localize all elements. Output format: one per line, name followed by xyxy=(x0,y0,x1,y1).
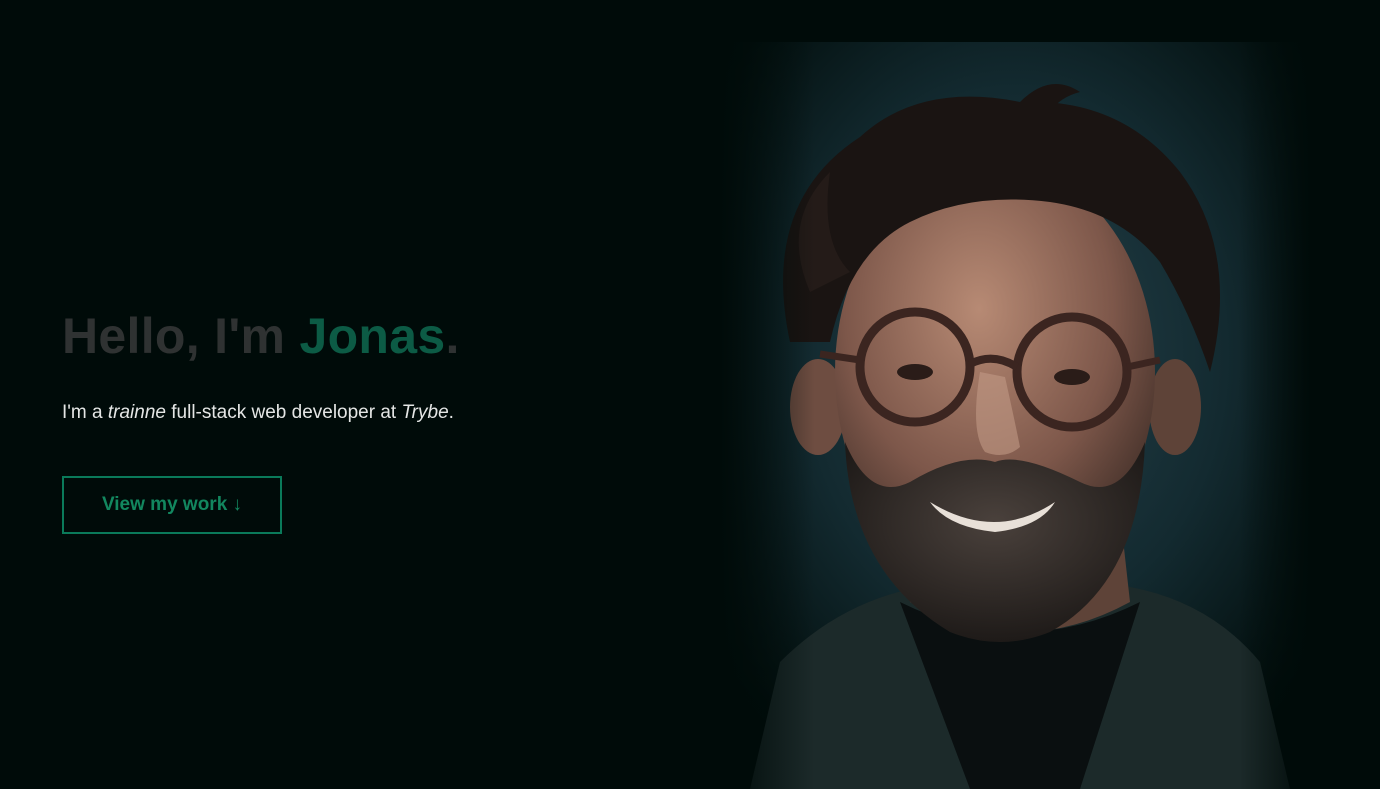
view-my-work-button[interactable]: View my work ↓ xyxy=(62,476,282,534)
tagline-part2: full-stack web developer at xyxy=(165,402,402,423)
portrait-illustration xyxy=(720,42,1310,789)
hero-greeting: Hello, I'm Jonas. xyxy=(62,300,460,372)
tagline-part3: . xyxy=(448,402,454,423)
greeting-name: Jonas xyxy=(299,308,446,364)
tagline-part1: I'm a xyxy=(62,402,108,423)
greeting-prefix: Hello, I'm xyxy=(62,308,300,364)
hero-section: Hello, I'm Jonas. I'm a trainne full-sta… xyxy=(0,0,1380,789)
hero-tagline: I'm a trainne full-stack web developer a… xyxy=(62,400,460,426)
portrait-fade-overlay xyxy=(720,42,1310,789)
tagline-italic-trainne: trainne xyxy=(107,402,166,423)
portrait-photo xyxy=(720,42,1310,789)
greeting-suffix: . xyxy=(445,308,460,364)
tagline-italic-trybe: Trybe xyxy=(401,402,449,423)
hero-content: Hello, I'm Jonas. I'm a trainne full-sta… xyxy=(62,300,460,534)
